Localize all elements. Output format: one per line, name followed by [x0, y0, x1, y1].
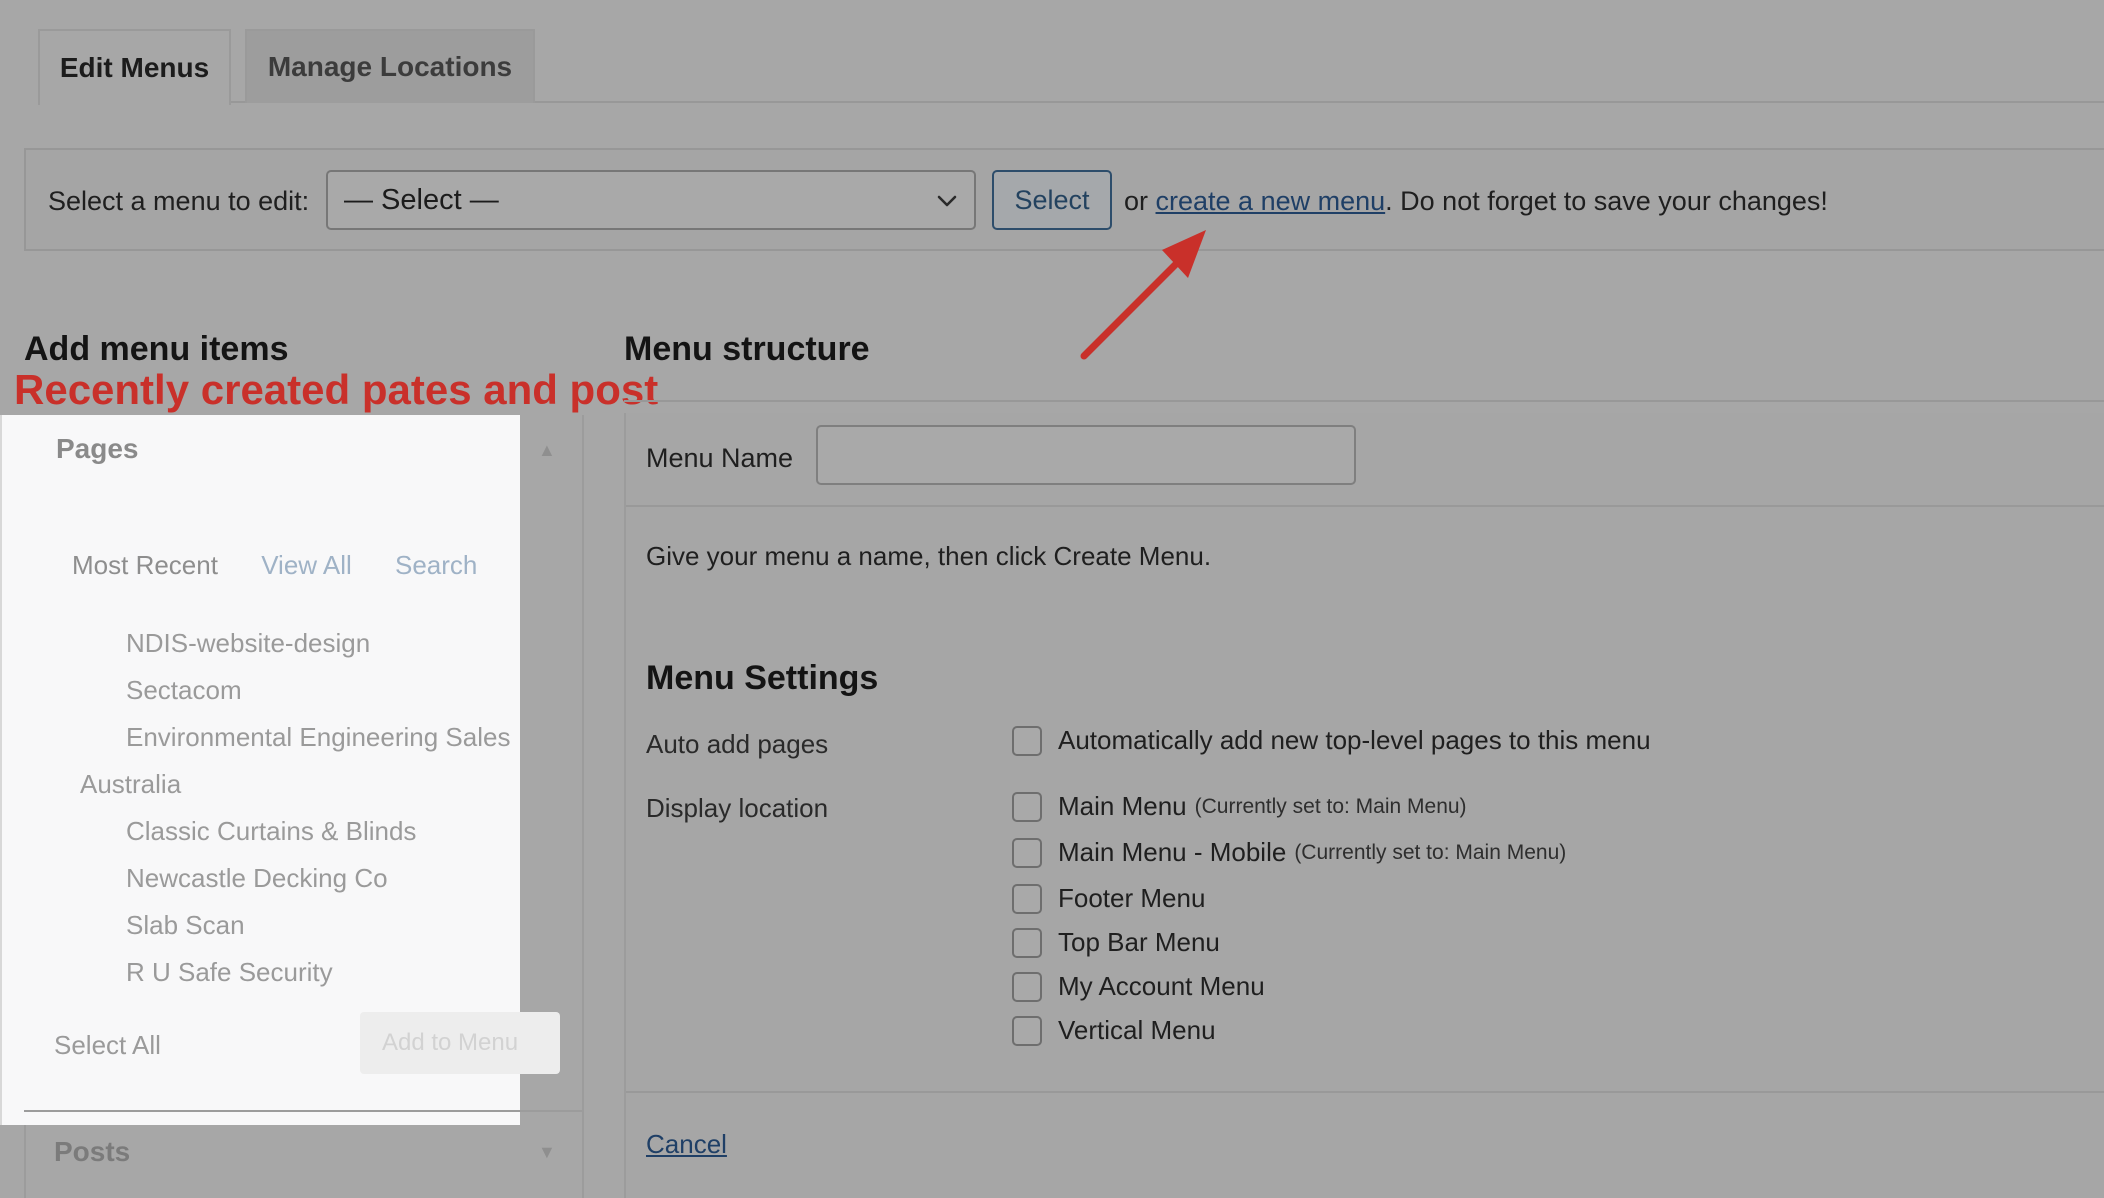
location-checkbox[interactable] [1012, 837, 1042, 868]
annotation-arrow-icon [1080, 230, 1206, 360]
location-footer-menu[interactable]: Footer Menu [1012, 883, 1205, 914]
location-label: Footer Menu [1058, 883, 1206, 913]
nav-tabs: Edit Menus Manage Locations [0, 0, 2104, 105]
menu-instructions: Give your menu a name, then click Create… [646, 541, 1212, 571]
menu-name-label: Menu Name [646, 443, 794, 473]
location-note: (Currently set to: Main Menu) [1194, 794, 1467, 818]
menu-name-row: Menu Name [626, 413, 2104, 507]
menu-select-bar: Select a menu to edit: — Select — Select… [24, 148, 2104, 251]
location-label: Top Bar Menu [1058, 927, 1220, 957]
location-checkbox[interactable] [1012, 927, 1042, 958]
chevron-down-icon [937, 195, 957, 207]
chevron-up-icon[interactable]: ▲ [538, 440, 556, 461]
structure-divider [624, 400, 2104, 402]
add-to-menu-button[interactable]: Add to Menu [360, 1012, 560, 1074]
create-menu-hint: or create a new menu. Do not forget to s… [1124, 186, 1828, 217]
select-menu-label: Select a menu to edit: [48, 186, 310, 216]
location-checkbox[interactable] [1012, 971, 1042, 1002]
page-item[interactable]: Newcastle Decking Co [126, 863, 388, 894]
location-top-bar-menu[interactable]: Top Bar Menu [1012, 927, 1220, 958]
menu-structure-heading: Menu structure [624, 330, 870, 368]
display-location-label: Display location [646, 793, 829, 823]
page-item[interactable]: NDIS-website-design [126, 628, 370, 659]
add-menu-items-heading: Add menu items [24, 330, 289, 368]
location-main-menu[interactable]: Main Menu (Currently set to: Main Menu) [1012, 791, 1467, 822]
location-checkbox[interactable] [1012, 1015, 1042, 1046]
location-my-account-menu[interactable]: My Account Menu [1012, 971, 1265, 1002]
posts-divider [24, 1110, 584, 1112]
location-checkbox[interactable] [1012, 791, 1042, 822]
location-label: Main Menu - Mobile [1058, 837, 1287, 867]
tab-search[interactable]: Search [395, 550, 477, 580]
menu-name-input[interactable] [816, 425, 1356, 485]
chevron-down-icon[interactable]: ▼ [538, 1142, 556, 1163]
auto-add-option[interactable]: Automatically add new top-level pages to… [1012, 725, 1651, 756]
menu-settings-title: Menu Settings [646, 659, 879, 697]
location-main-menu-mobile[interactable]: Main Menu - Mobile (Currently set to: Ma… [1012, 837, 1566, 868]
hint-prefix: or [1124, 186, 1156, 216]
select-all-link[interactable]: Select All [54, 1030, 161, 1061]
posts-title[interactable]: Posts [54, 1136, 130, 1168]
menu-select-dropdown[interactable]: — Select — [326, 170, 976, 230]
page-item[interactable]: Environmental Engineering Sales [126, 722, 510, 753]
pages-tabs: Most Recent View All Search [72, 550, 513, 581]
location-label: Main Menu [1058, 791, 1187, 821]
location-note: (Currently set to: Main Menu) [1294, 840, 1567, 864]
page-item[interactable]: R U Safe Security [126, 957, 333, 988]
tab-view-all[interactable]: View All [261, 550, 352, 580]
footer-divider [626, 1091, 2104, 1093]
tab-manage-locations[interactable]: Manage Locations [245, 29, 535, 103]
annotation-text: Recently created pates and post [14, 366, 659, 413]
page-item[interactable]: Slab Scan [126, 910, 245, 941]
auto-add-option-label: Automatically add new top-level pages to… [1058, 725, 1651, 755]
tab-most-recent[interactable]: Most Recent [72, 550, 218, 580]
create-new-menu-link[interactable]: create a new menu [1156, 186, 1386, 216]
menus-page: Edit Menus Manage Locations Select a men… [0, 0, 2104, 1198]
menu-select-value: — Select — [344, 183, 499, 216]
cancel-link[interactable]: Cancel [646, 1129, 727, 1160]
location-label: My Account Menu [1058, 971, 1265, 1001]
location-label: Vertical Menu [1058, 1015, 1216, 1045]
page-item[interactable]: Australia [80, 769, 181, 800]
page-item[interactable]: Sectacom [126, 675, 242, 706]
tab-edit-menus[interactable]: Edit Menus [38, 29, 231, 105]
location-checkbox[interactable] [1012, 883, 1042, 914]
auto-add-checkbox[interactable] [1012, 725, 1042, 756]
location-vertical-menu[interactable]: Vertical Menu [1012, 1015, 1216, 1046]
hint-suffix: . Do not forget to save your changes! [1385, 186, 1828, 216]
auto-add-label: Auto add pages [646, 729, 829, 759]
page-item[interactable]: Classic Curtains & Blinds [126, 816, 416, 847]
menu-structure-panel: Menu Name Give your menu a name, then cl… [624, 413, 2104, 1198]
pages-title[interactable]: Pages [56, 433, 139, 465]
